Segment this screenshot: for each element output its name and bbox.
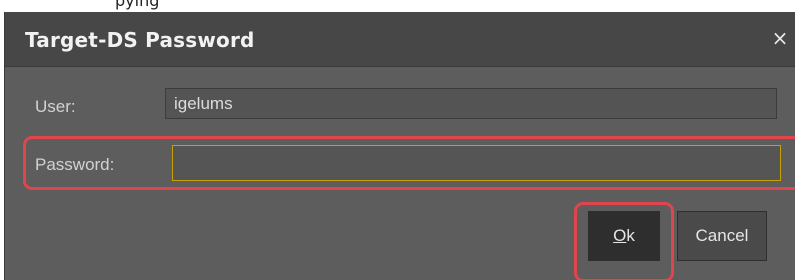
user-field[interactable]: igelums: [165, 88, 777, 119]
ok-label: k: [626, 226, 635, 245]
ok-mnemonic: O: [613, 226, 627, 245]
ok-button[interactable]: Ok: [588, 211, 660, 261]
target-ds-password-dialog: Target-DS Password × User: igelums Passw…: [4, 12, 795, 280]
close-icon[interactable]: ×: [768, 26, 792, 50]
background-partial-text: pying: [115, 0, 160, 10]
cancel-button[interactable]: Cancel: [677, 211, 767, 261]
dialog-titlebar: Target-DS Password ×: [5, 12, 795, 67]
password-field[interactable]: [172, 145, 781, 181]
background-page-strip: pying: [0, 0, 795, 12]
user-label: User:: [35, 97, 76, 116]
password-label: Password:: [35, 155, 115, 174]
dialog-title: Target-DS Password: [25, 28, 255, 52]
